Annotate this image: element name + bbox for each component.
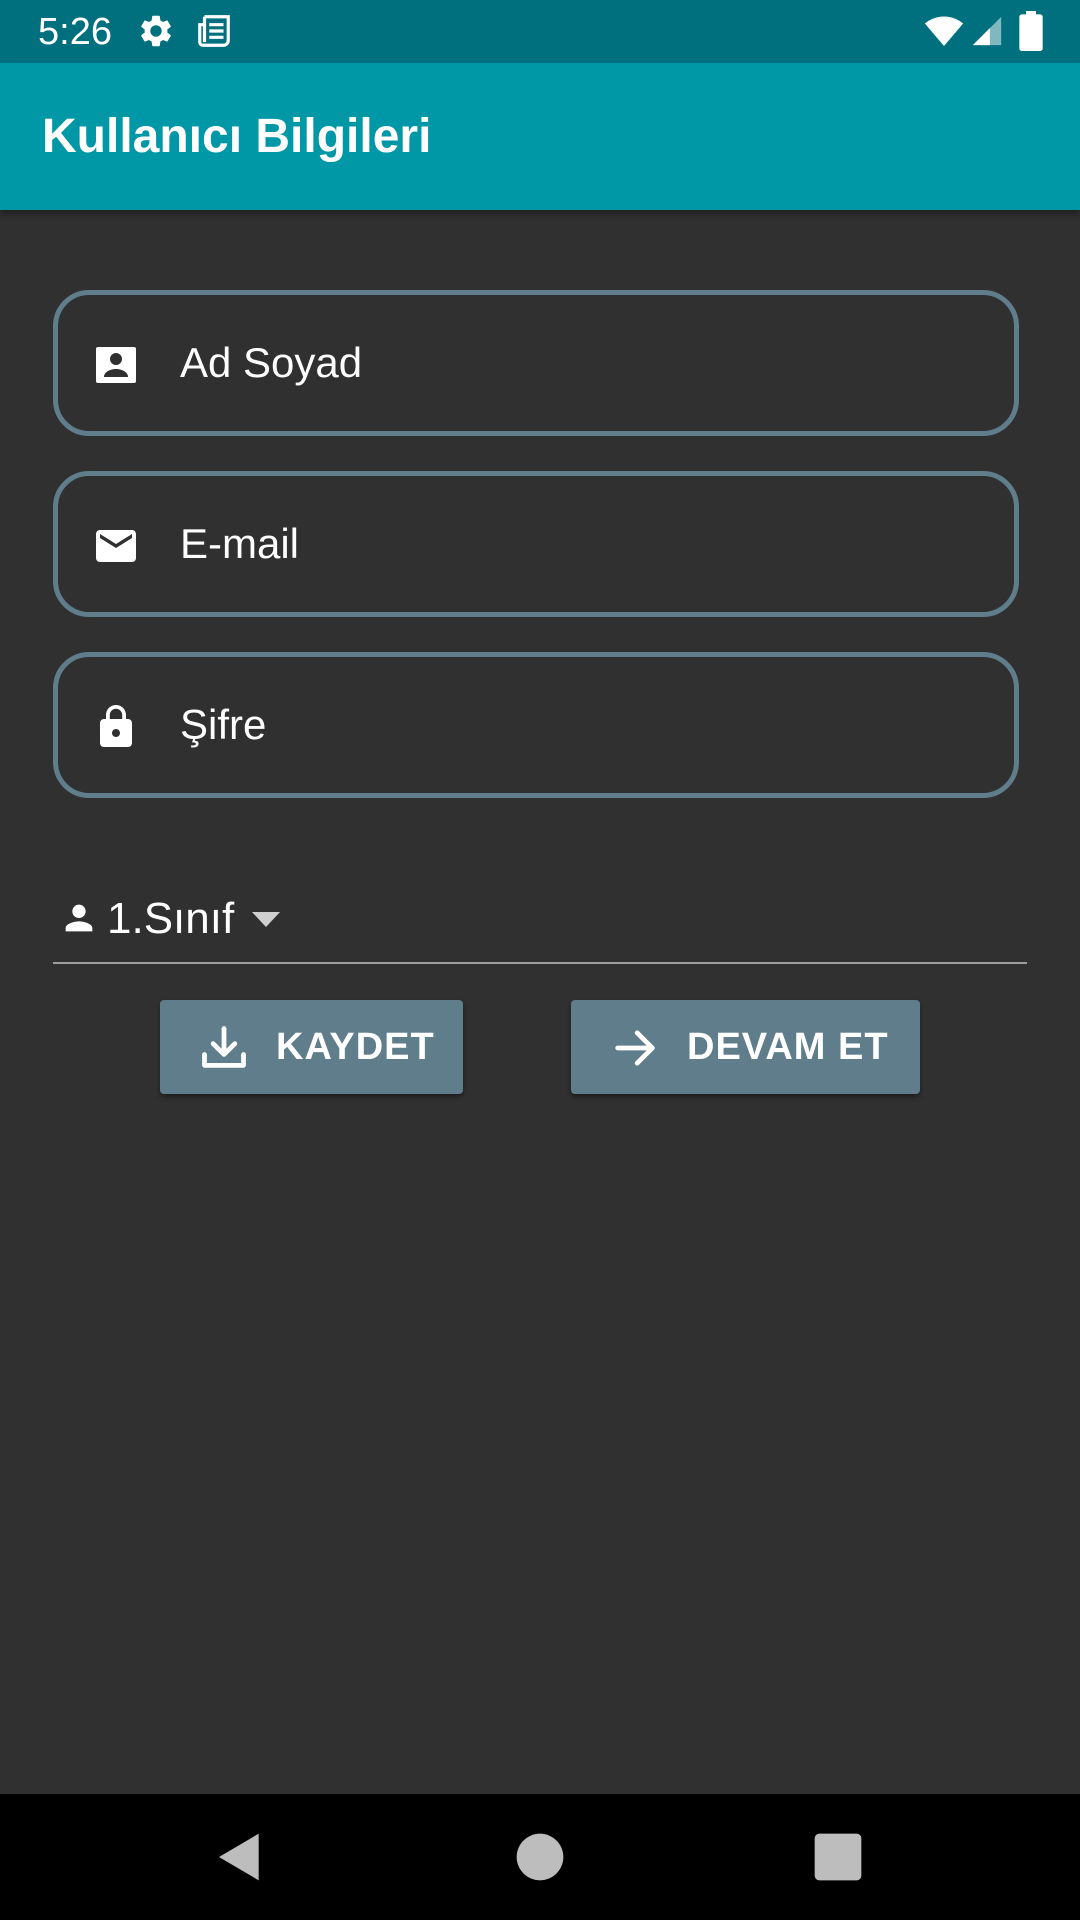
contact-card-icon	[96, 347, 136, 383]
signal-icon	[972, 16, 1002, 46]
navigation-bar	[0, 1794, 1080, 1920]
password-field[interactable]	[53, 652, 1019, 798]
recents-icon[interactable]	[810, 1829, 866, 1885]
password-input[interactable]	[180, 693, 980, 757]
download-icon	[202, 1026, 246, 1068]
gear-icon	[141, 15, 171, 47]
continue-button[interactable]: DEVAM ET	[571, 1000, 920, 1094]
home-icon[interactable]	[512, 1829, 568, 1885]
continue-button-label: DEVAM ET	[687, 1026, 889, 1068]
class-dropdown-value: 1.Sınıf	[107, 894, 235, 943]
person-icon	[65, 904, 93, 932]
back-icon[interactable]	[212, 1829, 268, 1885]
news-icon	[198, 15, 230, 47]
arrow-right-icon	[615, 1030, 655, 1066]
chevron-down-icon	[252, 912, 280, 927]
save-button-label: KAYDET	[276, 1026, 435, 1068]
lock-icon	[100, 705, 132, 747]
email-input[interactable]	[180, 512, 980, 576]
class-dropdown[interactable]: 1.Sınıf	[53, 880, 1027, 964]
save-button[interactable]: KAYDET	[160, 1000, 463, 1094]
mail-icon	[96, 530, 136, 562]
wifi-icon	[924, 16, 964, 46]
status-time: 5:26	[38, 11, 112, 53]
name-input[interactable]	[180, 331, 980, 395]
status-bar: 5:26	[0, 0, 1080, 63]
app-bar: Kullanıcı Bilgileri	[0, 63, 1080, 210]
name-field[interactable]	[53, 290, 1019, 436]
screen: 5:26 Kullanıcı Bilgileri Ad Soyad E-mail…	[0, 0, 1080, 1920]
page-title: Kullanıcı Bilgileri	[42, 110, 432, 163]
battery-icon	[1019, 11, 1043, 51]
email-field[interactable]	[53, 471, 1019, 617]
